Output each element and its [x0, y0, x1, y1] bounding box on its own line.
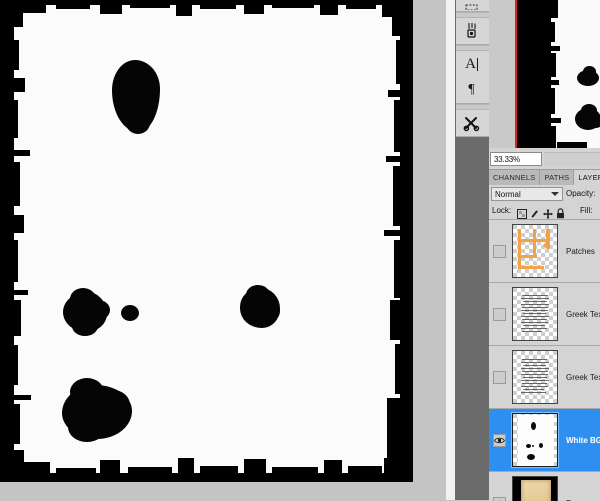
- visibility-toggle[interactable]: [489, 409, 509, 471]
- visibility-toggle[interactable]: [489, 472, 509, 501]
- lock-row: Lock: Fill:: [489, 203, 600, 219]
- blend-mode-row: Normal Opacity:: [489, 185, 600, 203]
- layer-thumbnail-paper[interactable]: [512, 476, 558, 501]
- zoom-field-row: 33.33%: [489, 152, 600, 167]
- layer-thumbnail-greek-text[interactable]: [512, 287, 558, 341]
- tool-group-3[interactable]: A ¶: [456, 51, 489, 104]
- layer-thumbnail-cell[interactable]: [509, 287, 561, 341]
- layer-thumbnail-cell[interactable]: [509, 413, 561, 467]
- eye-icon[interactable]: [493, 497, 506, 501]
- layer-list[interactable]: Patches: [489, 219, 600, 501]
- layer-name: White BG: [561, 436, 600, 445]
- layer-name: Patches: [561, 247, 595, 256]
- layers-panel[interactable]: 33.33% CHANNELS PATHS LAYERS Normal Opac…: [489, 148, 600, 500]
- tab-paths[interactable]: PATHS: [540, 170, 574, 185]
- layer-thumbnail-cell[interactable]: [509, 476, 561, 501]
- layer-name: Greek Tex: [561, 373, 600, 382]
- fill-label: Fill:: [580, 206, 592, 215]
- zoom-input[interactable]: 33.33%: [490, 152, 542, 166]
- type-tool-icon[interactable]: A: [456, 51, 487, 77]
- visibility-toggle[interactable]: [489, 283, 509, 345]
- layer-thumbnail-white-bg[interactable]: [512, 413, 558, 467]
- text-cursor-icon: [477, 58, 478, 71]
- canvas-gutter-bottom: [0, 482, 413, 500]
- paragraph-icon[interactable]: ¶: [456, 77, 487, 103]
- layer-thumbnail-cell[interactable]: [509, 350, 561, 404]
- blend-mode-select[interactable]: Normal: [491, 187, 563, 201]
- marquee-icon[interactable]: [456, 0, 487, 11]
- document-canvas[interactable]: [0, 0, 413, 482]
- layer-thumbnail-patches[interactable]: [512, 224, 558, 278]
- status-bar-rest: [544, 152, 600, 167]
- paragraph-glyph: ¶: [468, 83, 474, 97]
- dodge-tool-icon[interactable]: [456, 18, 487, 44]
- opacity-label: Opacity:: [566, 189, 595, 198]
- tools-panel[interactable]: A ¶: [455, 0, 489, 500]
- layer-thumbnail-cell[interactable]: [509, 224, 561, 278]
- secondary-document-window[interactable]: [489, 0, 600, 148]
- layer-row-white-bg[interactable]: White BG: [489, 409, 600, 472]
- layer-row-greek-text-2[interactable]: Greek Tex: [489, 346, 600, 409]
- eye-icon-off[interactable]: [493, 245, 506, 258]
- layer-row-greek-text-1[interactable]: Greek Tex: [489, 283, 600, 346]
- type-tool-label: A: [465, 57, 476, 72]
- zoom-value: 33.33%: [491, 155, 520, 164]
- layer-row-patches[interactable]: Patches: [489, 220, 600, 283]
- lock-label: Lock:: [492, 206, 511, 215]
- panel-tab-bar[interactable]: CHANNELS PATHS LAYERS: [489, 169, 600, 186]
- eye-icon[interactable]: [493, 434, 506, 447]
- layer-row-paper[interactable]: Paper: [489, 472, 600, 501]
- visibility-toggle[interactable]: [489, 346, 509, 408]
- tool-group-2[interactable]: [456, 18, 489, 45]
- eye-icon-off[interactable]: [493, 308, 506, 321]
- scissors-icon[interactable]: [456, 110, 487, 136]
- eye-icon-off[interactable]: [493, 371, 506, 384]
- layer-name: Greek Tex: [561, 310, 600, 319]
- tool-group-1[interactable]: [456, 0, 489, 12]
- blend-mode-value: Normal: [492, 190, 521, 199]
- canvas-gutter-right: [413, 0, 448, 500]
- tab-layers[interactable]: LAYERS: [574, 170, 600, 185]
- visibility-toggle[interactable]: [489, 220, 509, 282]
- secondary-window-gutter: [489, 0, 515, 148]
- tab-channels[interactable]: CHANNELS: [489, 170, 540, 185]
- tool-group-4[interactable]: [456, 110, 489, 137]
- layer-thumbnail-greek-text[interactable]: [512, 350, 558, 404]
- panel-divider: [446, 0, 455, 500]
- ink-blot-small: [121, 305, 139, 321]
- chevron-down-icon: [551, 192, 559, 196]
